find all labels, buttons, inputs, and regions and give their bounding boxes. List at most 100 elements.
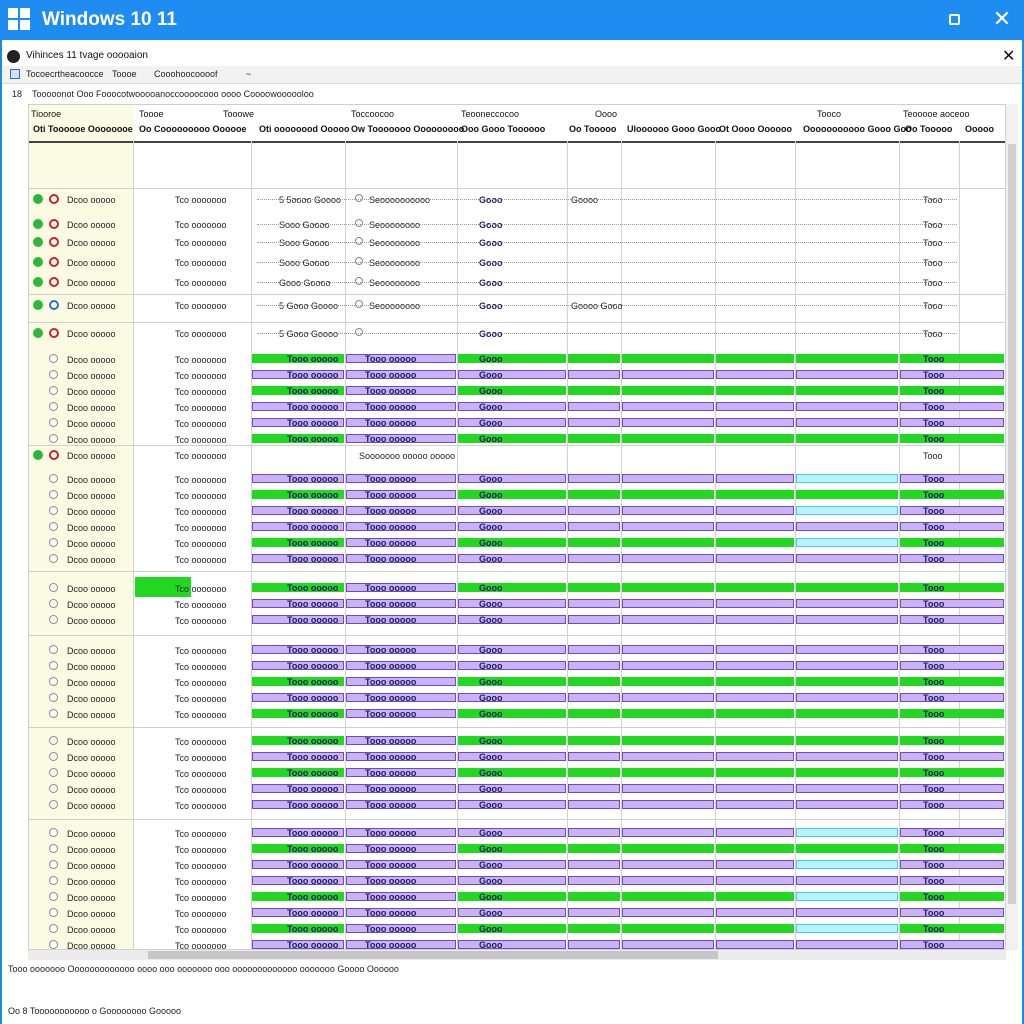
gantt-bar[interactable] <box>622 418 714 427</box>
gantt-bar[interactable] <box>900 370 1004 379</box>
gantt-bar[interactable] <box>716 370 794 379</box>
flag-dot-icon[interactable] <box>49 277 59 287</box>
gantt-bar[interactable] <box>716 677 794 686</box>
gantt-bar[interactable] <box>716 599 794 608</box>
gantt-bar[interactable] <box>458 386 566 395</box>
gantt-bar[interactable] <box>796 693 898 702</box>
gantt-bar[interactable] <box>458 615 566 624</box>
gantt-bar[interactable] <box>796 784 898 793</box>
gantt-bar[interactable] <box>568 615 620 624</box>
gantt-bar[interactable] <box>796 386 898 395</box>
gantt-bar[interactable] <box>716 736 794 745</box>
gantt-bar[interactable] <box>716 661 794 670</box>
gantt-bar[interactable] <box>622 370 714 379</box>
row-radio-icon[interactable] <box>49 693 58 702</box>
gantt-bar[interactable] <box>900 599 1004 608</box>
gantt-bar[interactable] <box>796 354 898 363</box>
row-radio-icon[interactable] <box>49 924 58 933</box>
gantt-bar[interactable] <box>568 490 620 499</box>
gantt-bar[interactable] <box>716 583 794 592</box>
row-name[interactable]: Dcoo ooooo <box>67 801 116 811</box>
gantt-bar[interactable] <box>716 418 794 427</box>
gantt-bar[interactable] <box>458 370 566 379</box>
gantt-bar[interactable] <box>622 490 714 499</box>
gantt-bar[interactable] <box>716 538 794 547</box>
gantt-bar[interactable] <box>568 506 620 515</box>
gantt-bar[interactable] <box>458 924 566 933</box>
row-name[interactable]: Dcoo ooooo <box>67 301 116 311</box>
gantt-bar[interactable] <box>622 768 714 777</box>
gantt-bar[interactable] <box>716 752 794 761</box>
gantt-bar[interactable] <box>796 844 898 853</box>
gantt-bar[interactable] <box>796 677 898 686</box>
row-name[interactable]: Dcoo ooooo <box>67 769 116 779</box>
row-radio-icon[interactable] <box>49 736 58 745</box>
row-name[interactable]: Dcoo ooooo <box>67 278 116 288</box>
row-name[interactable]: Dcoo ooooo <box>67 419 116 429</box>
gantt-bar[interactable] <box>458 506 566 515</box>
row-name[interactable]: Dcoo ooooo <box>67 845 116 855</box>
row-name[interactable]: Dcoo ooooo <box>67 451 116 461</box>
gantt-bar[interactable] <box>900 506 1004 515</box>
gantt-bar[interactable] <box>716 768 794 777</box>
flag-dot-icon[interactable] <box>49 300 59 310</box>
gantt-bar[interactable] <box>568 474 620 483</box>
vertical-scrollbar[interactable] <box>1006 104 1018 950</box>
gantt-bar[interactable] <box>458 677 566 686</box>
gantt-bar[interactable] <box>900 693 1004 702</box>
gantt-bar[interactable] <box>568 828 620 837</box>
gantt-bar[interactable] <box>796 370 898 379</box>
gantt-bar[interactable] <box>716 645 794 654</box>
row-name[interactable]: Dcoo ooooo <box>67 584 116 594</box>
row-name[interactable]: Dcoo ooooo <box>67 662 116 672</box>
gantt-bar[interactable] <box>568 599 620 608</box>
gantt-bar[interactable] <box>458 752 566 761</box>
gantt-bar[interactable] <box>622 677 714 686</box>
gantt-bar[interactable] <box>716 522 794 531</box>
row-name[interactable]: Dcoo ooooo <box>67 555 116 565</box>
flag-dot-icon[interactable] <box>49 219 59 229</box>
gantt-bar[interactable] <box>568 434 620 443</box>
gantt-bar[interactable] <box>568 677 620 686</box>
gantt-bar[interactable] <box>622 538 714 547</box>
row-name[interactable]: Dcoo ooooo <box>67 258 116 268</box>
gantt-bar[interactable] <box>716 386 794 395</box>
document-close-button[interactable]: ✕ <box>1002 46 1015 66</box>
flag-dot-icon[interactable] <box>49 450 59 460</box>
grid-view-icon[interactable] <box>10 69 20 79</box>
row-radio-icon[interactable] <box>49 709 58 718</box>
gantt-bar[interactable] <box>716 924 794 933</box>
row-radio-icon[interactable] <box>49 661 58 670</box>
flag-dot-icon[interactable] <box>49 237 59 247</box>
row-name[interactable]: Dcoo ooooo <box>67 877 116 887</box>
gantt-bar[interactable] <box>568 370 620 379</box>
gantt-bar[interactable] <box>716 784 794 793</box>
column-header-3[interactable]: Ow Tooooooo Ooooooooo <box>351 124 464 134</box>
gantt-bar[interactable] <box>622 661 714 670</box>
gantt-bar[interactable] <box>900 828 1004 837</box>
row-name[interactable]: Dcoo ooooo <box>67 829 116 839</box>
column-header-4[interactable]: Ooo Gooo Toooooo <box>461 124 545 134</box>
gantt-bar[interactable] <box>796 876 898 885</box>
row-radio-icon[interactable] <box>355 277 363 285</box>
row-name[interactable]: Dcoo ooooo <box>67 355 116 365</box>
gantt-bar[interactable] <box>796 490 898 499</box>
gantt-bar[interactable] <box>622 709 714 718</box>
row-name[interactable]: Dcoo ooooo <box>67 646 116 656</box>
gantt-bar[interactable] <box>900 522 1004 531</box>
row-radio-icon[interactable] <box>49 386 58 395</box>
row-name[interactable]: Dcoo ooooo <box>67 435 116 445</box>
gantt-bar[interactable] <box>568 386 620 395</box>
gantt-bar[interactable] <box>458 418 566 427</box>
row-name[interactable]: Dcoo ooooo <box>67 523 116 533</box>
row-radio-icon[interactable] <box>49 490 58 499</box>
gantt-bar[interactable] <box>796 418 898 427</box>
gantt-bar[interactable] <box>568 354 620 363</box>
row-radio-icon[interactable] <box>49 892 58 901</box>
gantt-bar[interactable] <box>568 752 620 761</box>
row-name[interactable]: Dcoo ooooo <box>67 403 116 413</box>
row-name[interactable]: Dcoo ooooo <box>67 600 116 610</box>
row-name[interactable]: Dcoo ooooo <box>67 909 116 919</box>
gantt-bar[interactable] <box>716 940 794 949</box>
gantt-bar[interactable] <box>622 940 714 949</box>
